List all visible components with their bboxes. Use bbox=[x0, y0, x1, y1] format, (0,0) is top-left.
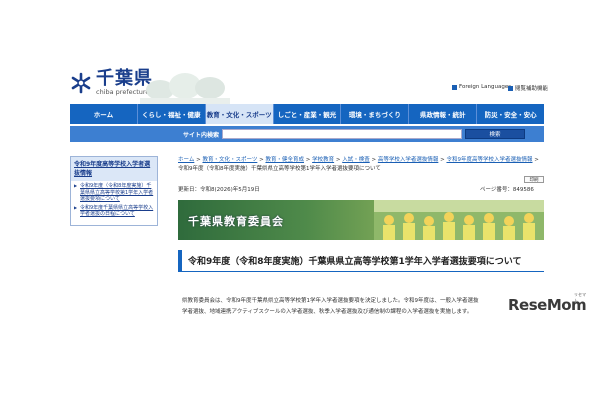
site-search-bar: サイト内検索 検索 bbox=[70, 126, 544, 142]
header-decoration-illustration bbox=[140, 73, 230, 104]
sidebar-item-selection-guidelines[interactable]: 令和9年度（令和8年度実施）千葉県県立高等学校第1学年入学者選抜要項について bbox=[71, 181, 157, 203]
updated-date: 更新日：令和8(2026)年5月19日 bbox=[178, 187, 260, 193]
sidebar-menu: 令和9年度高等学校入学者選抜情報 令和9年度（令和8年度実施）千葉県県立高等学校… bbox=[70, 156, 158, 226]
breadcrumb-home[interactable]: ホーム bbox=[178, 157, 194, 163]
nav-living[interactable]: くらし・福祉・健康 bbox=[138, 104, 206, 124]
breadcrumb-entrance-exam[interactable]: 入試・検査 bbox=[342, 157, 370, 163]
square-bullet-icon bbox=[452, 84, 457, 90]
nav-safety[interactable]: 防災・安全・安心 bbox=[477, 104, 544, 124]
square-bullet-icon bbox=[508, 85, 513, 91]
banner-title: 千葉県教育委員会 bbox=[188, 215, 284, 228]
nav-home[interactable]: ホーム bbox=[70, 104, 138, 124]
board-of-education-banner: 千葉県教育委員会 bbox=[178, 200, 544, 240]
breadcrumb-school-education[interactable]: 学校教育 bbox=[312, 157, 334, 163]
resemom-watermark: ReseMom リセマム bbox=[508, 292, 587, 314]
accessibility-label: 閲覧補助機能 bbox=[515, 86, 549, 92]
search-input[interactable] bbox=[222, 129, 462, 139]
nav-education[interactable]: 教育・文化・スポーツ bbox=[205, 104, 274, 124]
body-line-2: 学者選抜、地域連携アクティブスクールの入学者選抜、秋季入学者選抜及び通信制の課程… bbox=[182, 309, 473, 315]
foreign-languages-link[interactable]: Foreign Languages bbox=[452, 84, 511, 90]
breadcrumb: ホーム > 教育・文化・スポーツ > 教育・健全育成 > 学校教育 > 入試・検… bbox=[178, 157, 539, 172]
foreign-languages-label: Foreign Languages bbox=[459, 84, 512, 90]
global-nav: ホーム くらし・福祉・健康 教育・文化・スポーツ しごと・産業・観光 環境・まち… bbox=[70, 104, 544, 124]
nav-prefectural-info[interactable]: 県政情報・統計 bbox=[409, 104, 478, 124]
watermark-small-text: リセマム bbox=[574, 292, 586, 303]
search-label: サイト内検索 bbox=[183, 132, 220, 139]
sidebar-heading[interactable]: 令和9年度高等学校入学者選抜情報 bbox=[71, 157, 157, 181]
page-title: 令和9年度（令和8年度実施）千葉県県立高等学校第1学年入学者選抜要項について bbox=[178, 250, 544, 272]
breadcrumb-education-culture[interactable]: 教育・文化・スポーツ bbox=[202, 157, 257, 163]
article-body: 県教育委員会は、令和9年度千葉県県立高等学校第1学年入学者選抜要項を決定しました… bbox=[182, 296, 522, 318]
search-button[interactable]: 検索 bbox=[465, 129, 525, 139]
print-button[interactable]: 印刷 bbox=[524, 176, 544, 183]
print-label: 印刷 bbox=[529, 177, 539, 183]
breadcrumb-hs-selection-info[interactable]: 高等学校入学者選抜情報 bbox=[378, 157, 439, 163]
chiba-emblem-icon bbox=[71, 72, 91, 94]
breadcrumb-r9-selection-info[interactable]: 令和9年度高等学校入学者選抜情報 bbox=[446, 157, 532, 163]
nav-environment[interactable]: 環境・まちづくり bbox=[341, 104, 410, 124]
nav-work[interactable]: しごと・産業・観光 bbox=[274, 104, 342, 124]
page-number: ページ番号：849586 bbox=[480, 187, 534, 193]
breadcrumb-education-development[interactable]: 教育・健全育成 bbox=[265, 157, 304, 163]
students-photo bbox=[374, 200, 544, 240]
breadcrumb-current: 令和9年度（令和8年度実施）千葉県県立高等学校第1学年入学者選抜要項について bbox=[178, 166, 381, 172]
sidebar-item-schedule[interactable]: 令和9年度千葉県県立高等学校入学者選抜の日程について bbox=[71, 203, 157, 218]
accessibility-link[interactable]: 閲覧補助機能 bbox=[508, 84, 548, 92]
body-line-1: 県教育委員会は、令和9年度千葉県県立高等学校第1学年入学者選抜要項を決定しました… bbox=[182, 298, 479, 304]
